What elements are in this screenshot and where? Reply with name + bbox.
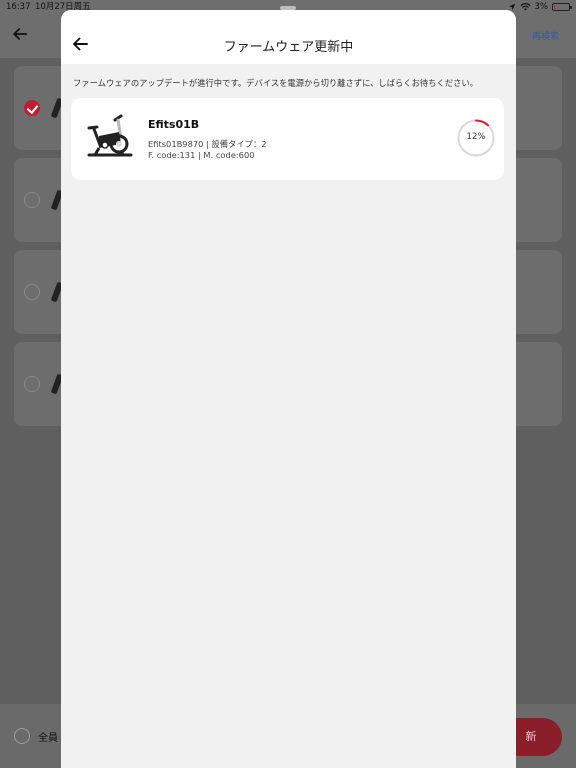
- device-serial-type: Efits01B9870 | 設備タイプ：2: [148, 139, 267, 149]
- bg-checkbox-checked: [24, 100, 40, 116]
- battery-percent: 3%: [534, 2, 549, 12]
- status-indicators: 3%: [508, 0, 572, 14]
- device-card: Efits01B Efits01B9870 | 設備タイプ：2 F. code:…: [71, 98, 504, 180]
- battery-icon: [552, 3, 572, 11]
- progress-percent: 12%: [466, 132, 486, 142]
- bg-checkbox: [24, 192, 40, 208]
- bg-checkbox: [24, 376, 40, 392]
- update-progress-ring: 12%: [456, 118, 496, 158]
- firmware-update-sheet: ファームウェア更新中 ファームウェアのアップデートが進行中です。デバイスを電源か…: [61, 10, 516, 768]
- sheet-header: ファームウェア更新中: [61, 10, 516, 64]
- device-name: Efits01B: [148, 118, 200, 131]
- bg-checkbox: [24, 284, 40, 300]
- research-link: 再検索: [532, 32, 560, 42]
- status-time: 16:37: [6, 2, 31, 12]
- device-codes: F. code:131 | M. code:600: [148, 150, 255, 160]
- bg-back-arrow-icon: [13, 28, 28, 40]
- bg-select-all-label: 全員: [38, 733, 58, 744]
- exercise-bike-icon: [87, 114, 133, 157]
- page-title: ファームウェア更新中: [223, 40, 354, 55]
- bg-select-all-checkbox: [14, 728, 30, 744]
- update-notice: ファームウェアのアップデートが進行中です。デバイスを電源から切り離さずに、しばら…: [73, 78, 478, 88]
- wifi-icon: [519, 3, 531, 11]
